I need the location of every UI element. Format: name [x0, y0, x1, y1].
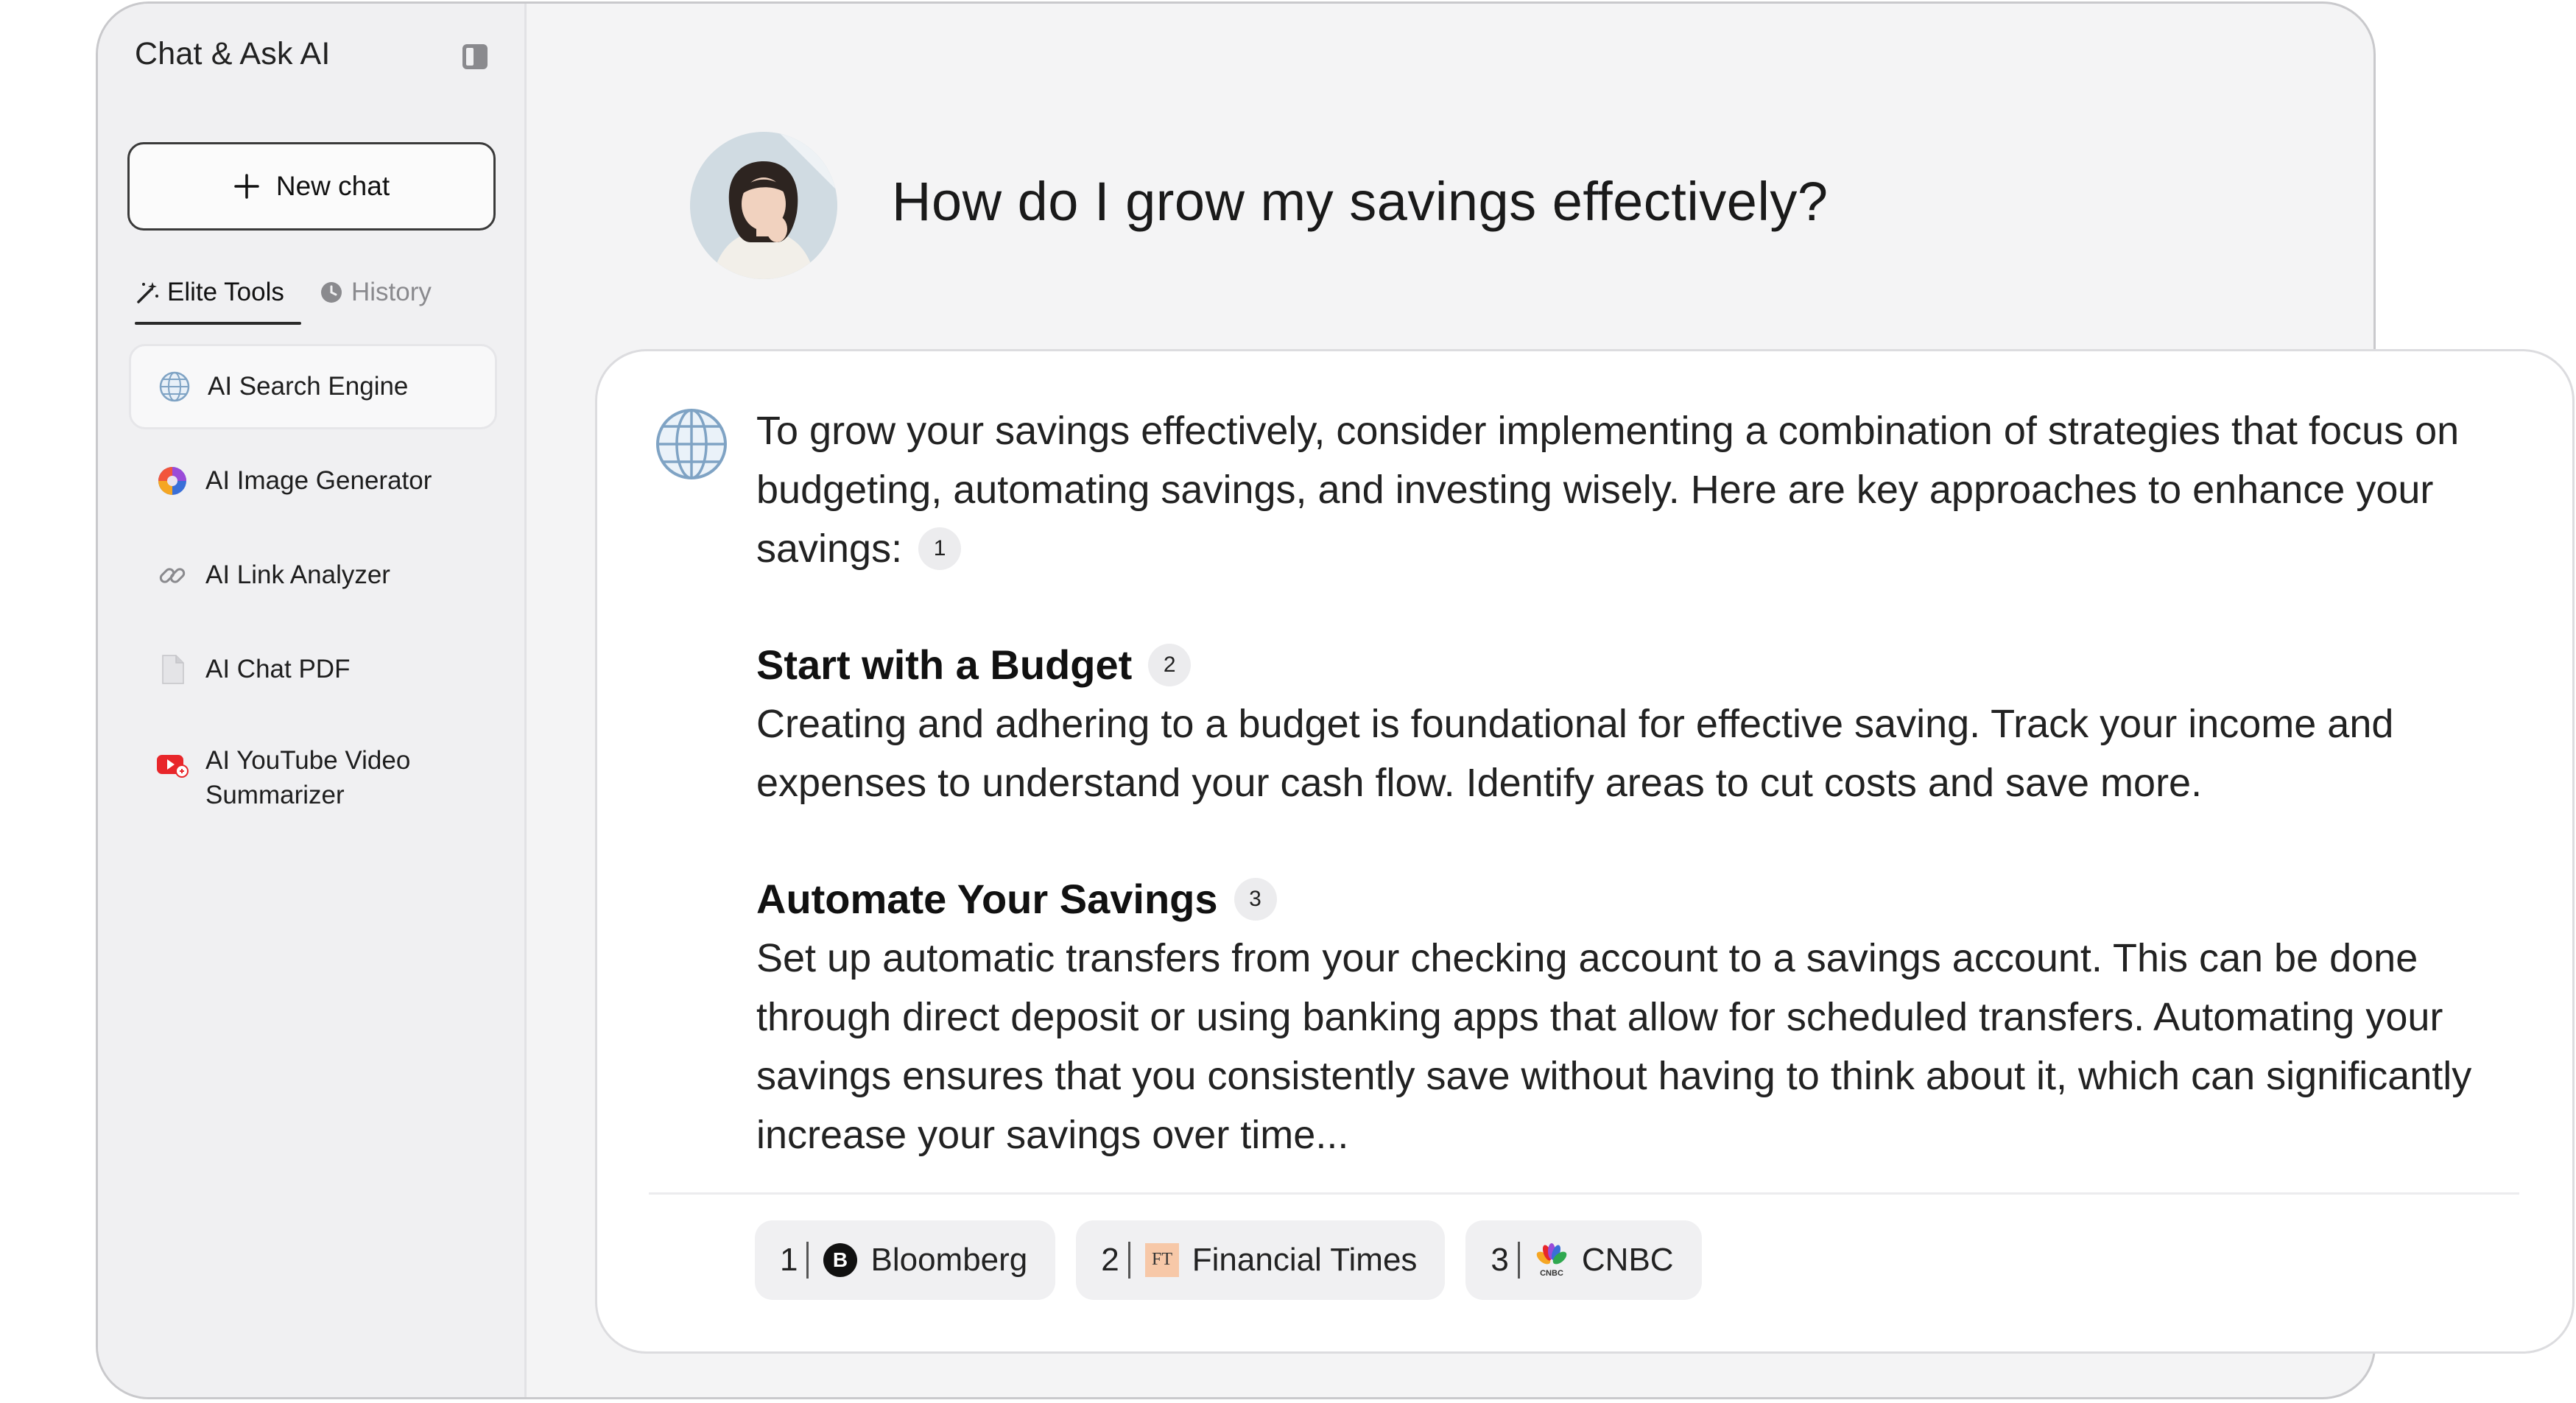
sidebar-item-label: AI Search Engine: [208, 372, 409, 401]
new-chat-button[interactable]: New chat: [127, 142, 496, 231]
source-name: Bloomberg: [870, 1242, 1028, 1278]
document-icon: [162, 655, 184, 684]
sources-list: 1 B Bloomberg 2 FT Financial Times 3 CNB…: [755, 1220, 1722, 1300]
user-question: How do I grow my savings effectively?: [892, 171, 1829, 232]
new-chat-label: New chat: [275, 171, 390, 201]
source-number: 2: [1101, 1242, 1119, 1278]
sidebar-item-ai-link-analyzer[interactable]: AI Link Analyzer: [129, 532, 497, 618]
sidebar-item-ai-search-engine[interactable]: AI Search Engine: [129, 344, 497, 429]
answer-intro: To grow your savings effectively, consid…: [756, 401, 2524, 578]
label-line-1: AI YouTube Video: [205, 746, 411, 775]
sidebar-item-ai-chat-pdf[interactable]: AI Chat PDF: [129, 627, 497, 712]
section-heading-text: Start with a Budget: [756, 641, 1133, 688]
source-chip-cnbc[interactable]: 3 CNBC CNBC: [1465, 1220, 1702, 1300]
answer-card: To grow your savings effectively, consid…: [595, 349, 2575, 1354]
section-heading: Start with a Budget 2: [756, 636, 2524, 695]
globe-icon: [159, 371, 190, 402]
tab-elite-tools[interactable]: Elite Tools: [135, 278, 284, 307]
tools-menu: AI Search Engine AI Image Generator AI L…: [129, 344, 497, 833]
section-heading: Automate Your Savings 3: [756, 870, 2524, 929]
magic-wand-icon: [137, 282, 158, 303]
source-separator: [806, 1242, 809, 1279]
sidebar-item-label: AI Image Generator: [205, 466, 432, 496]
citation-badge[interactable]: 2: [1148, 644, 1192, 687]
sidebar-item-ai-image-generator[interactable]: AI Image Generator: [129, 438, 497, 524]
source-separator: [1127, 1242, 1130, 1279]
source-name: Financial Times: [1192, 1242, 1418, 1278]
sidebar-toggle-icon[interactable]: [460, 42, 490, 71]
ft-logo-text: FT: [1152, 1250, 1172, 1269]
source-chip-financial-times[interactable]: 2 FT Financial Times: [1076, 1220, 1446, 1300]
source-number: 3: [1491, 1242, 1509, 1278]
color-swirl-icon: [158, 467, 186, 495]
section-text: Set up automatic transfers from your che…: [756, 936, 2472, 1157]
globe-icon: [656, 409, 727, 479]
sidebar-item-label: AI YouTube Video Summarizer: [205, 743, 410, 813]
youtube-icon: [157, 755, 189, 778]
app-title: Chat & Ask AI: [135, 36, 331, 71]
link-icon: [159, 568, 186, 583]
cnbc-logo-text: CNBC: [1540, 1269, 1563, 1278]
tab-label: History: [351, 278, 432, 306]
financial-times-logo: FT: [1144, 1243, 1179, 1277]
answer-body: To grow your savings effectively, consid…: [756, 401, 2524, 1164]
tab-label: Elite Tools: [167, 278, 284, 306]
source-separator: [1517, 1242, 1520, 1279]
plus-icon: [234, 174, 259, 199]
label-line-2: Summarizer: [205, 781, 345, 810]
bloomberg-logo-text: B: [833, 1248, 848, 1271]
source-chip-bloomberg[interactable]: 1 B Bloomberg: [755, 1220, 1056, 1300]
source-name: CNBC: [1581, 1242, 1674, 1278]
tab-history[interactable]: History: [319, 278, 432, 307]
sidebar-item-label: AI Link Analyzer: [205, 560, 390, 590]
clock-icon: [321, 282, 342, 303]
sidebar-item-ai-youtube-video-summarizer[interactable]: AI YouTube Video Summarizer: [129, 721, 497, 824]
user-avatar: [690, 132, 837, 279]
active-tab-indicator: [135, 322, 301, 325]
bloomberg-logo: B: [823, 1243, 858, 1277]
source-number: 1: [780, 1242, 798, 1278]
divider: [649, 1192, 2519, 1195]
section-heading-text: Automate Your Savings: [756, 876, 1218, 922]
sidebar: Chat & Ask AI New chat Elite Tools Histo…: [98, 4, 527, 1397]
sidebar-item-label: AI Chat PDF: [205, 655, 351, 684]
section-text: Creating and adhering to a budget is fou…: [756, 702, 2394, 805]
answer-intro-text: To grow your savings effectively, consid…: [756, 409, 2460, 571]
citation-badge[interactable]: 3: [1234, 878, 1277, 921]
cnbc-logo: CNBC: [1536, 1243, 1567, 1278]
citation-badge[interactable]: 1: [918, 527, 962, 570]
